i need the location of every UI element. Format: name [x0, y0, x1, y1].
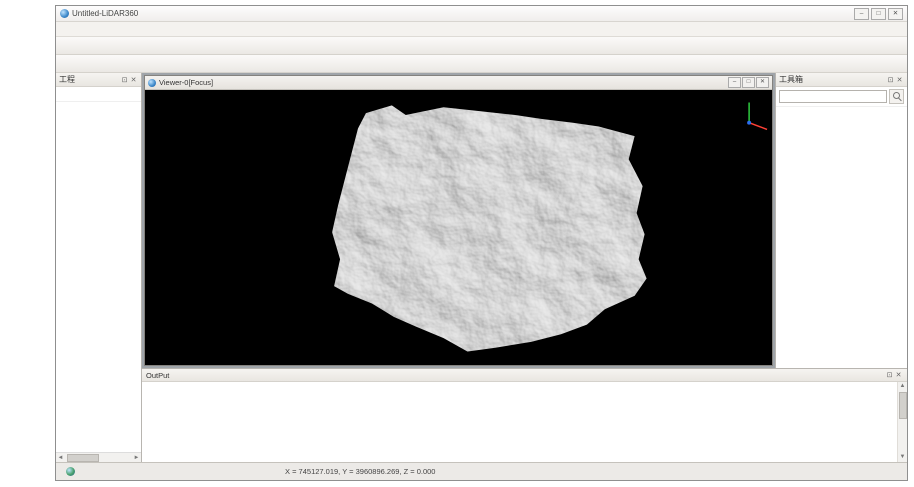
close-icon[interactable]: ✕ — [895, 76, 904, 84]
scrollbar-thumb[interactable] — [67, 454, 99, 462]
window-title: Untitled-LiDAR360 — [72, 9, 138, 18]
pin-icon[interactable]: ⊡ — [886, 76, 895, 84]
viewer-logo-icon — [148, 79, 156, 87]
maximize-button[interactable]: □ — [871, 8, 886, 20]
pin-icon[interactable]: ⊡ — [120, 76, 129, 84]
minimize-button[interactable]: – — [854, 8, 869, 20]
project-panel-toolbar — [56, 87, 141, 102]
output-body: ▲ ▼ — [142, 382, 907, 462]
scrollbar-track[interactable] — [899, 391, 906, 453]
output-panel-header: OutPut ⊡ ✕ — [142, 369, 907, 382]
viewer-canvas[interactable] — [145, 90, 772, 365]
toolbox-tree — [776, 107, 907, 368]
vertical-scrollbar[interactable]: ▲ ▼ — [897, 382, 907, 462]
project-panel-header: 工程 ⊡ ✕ — [56, 73, 141, 87]
toolbox-panel: 工具箱 ⊡ ✕ — [775, 73, 907, 368]
scroll-up-icon[interactable]: ▲ — [900, 382, 906, 391]
application-window: Untitled-LiDAR360 – □ ✕ 工程 ⊡ ✕ ◄ ► — [55, 5, 908, 481]
main-area: 工程 ⊡ ✕ ◄ ► Viewer-0[Focus] — [56, 73, 907, 462]
viewer-minimize-button[interactable]: – — [728, 77, 741, 88]
globe-icon — [66, 467, 75, 476]
status-bar: X = 745127.019, Y = 3960896.269, Z = 0.0… — [56, 462, 907, 480]
toolbox-panel-header: 工具箱 ⊡ ✕ — [776, 73, 907, 87]
scrollbar-thumb[interactable] — [899, 392, 907, 419]
terrain-model — [314, 90, 662, 365]
project-panel-title: 工程 — [59, 74, 75, 85]
toolbar-row-1 — [56, 37, 907, 55]
close-button[interactable]: ✕ — [888, 8, 903, 20]
scroll-left-icon[interactable]: ◄ — [56, 455, 65, 461]
viewer-close-button[interactable]: ✕ — [756, 77, 769, 88]
viewer-window: Viewer-0[Focus] – □ ✕ — [144, 75, 773, 366]
scrollbar-track[interactable] — [65, 454, 132, 461]
viewer-title: Viewer-0[Focus] — [159, 78, 213, 87]
output-panel: OutPut ⊡ ✕ ▲ ▼ — [142, 368, 907, 462]
top-row: Viewer-0[Focus] – □ ✕ — [142, 73, 907, 368]
search-icon — [893, 92, 900, 99]
right-column: Viewer-0[Focus] – □ ✕ — [142, 73, 907, 462]
search-button[interactable] — [889, 89, 904, 104]
toolbox-panel-title: 工具箱 — [779, 74, 803, 85]
close-icon[interactable]: ✕ — [894, 371, 903, 379]
output-panel-title: OutPut — [146, 371, 169, 380]
terrain-scene — [145, 90, 772, 365]
viewer-title-bar[interactable]: Viewer-0[Focus] – □ ✕ — [145, 76, 772, 90]
title-bar: Untitled-LiDAR360 – □ ✕ — [56, 6, 907, 22]
horizontal-scrollbar[interactable]: ◄ ► — [56, 452, 141, 462]
project-panel: 工程 ⊡ ✕ ◄ ► — [56, 73, 142, 462]
scroll-right-icon[interactable]: ► — [132, 455, 141, 461]
close-icon[interactable]: ✕ — [129, 76, 138, 84]
menu-bar — [56, 22, 907, 37]
coordinates-readout: X = 745127.019, Y = 3960896.269, Z = 0.0… — [285, 467, 435, 476]
axis-gizmo-icon — [747, 103, 767, 130]
log-list — [142, 382, 897, 462]
toolbox-search-row — [776, 87, 907, 107]
viewer-maximize-button[interactable]: □ — [742, 77, 755, 88]
pin-icon[interactable]: ⊡ — [885, 371, 894, 379]
toolbar-row-2 — [56, 55, 907, 73]
app-logo-icon — [60, 9, 69, 18]
project-tree — [56, 102, 141, 452]
mdi-area: Viewer-0[Focus] – □ ✕ — [142, 73, 775, 368]
search-input[interactable] — [779, 90, 887, 103]
scroll-down-icon[interactable]: ▼ — [900, 453, 906, 462]
